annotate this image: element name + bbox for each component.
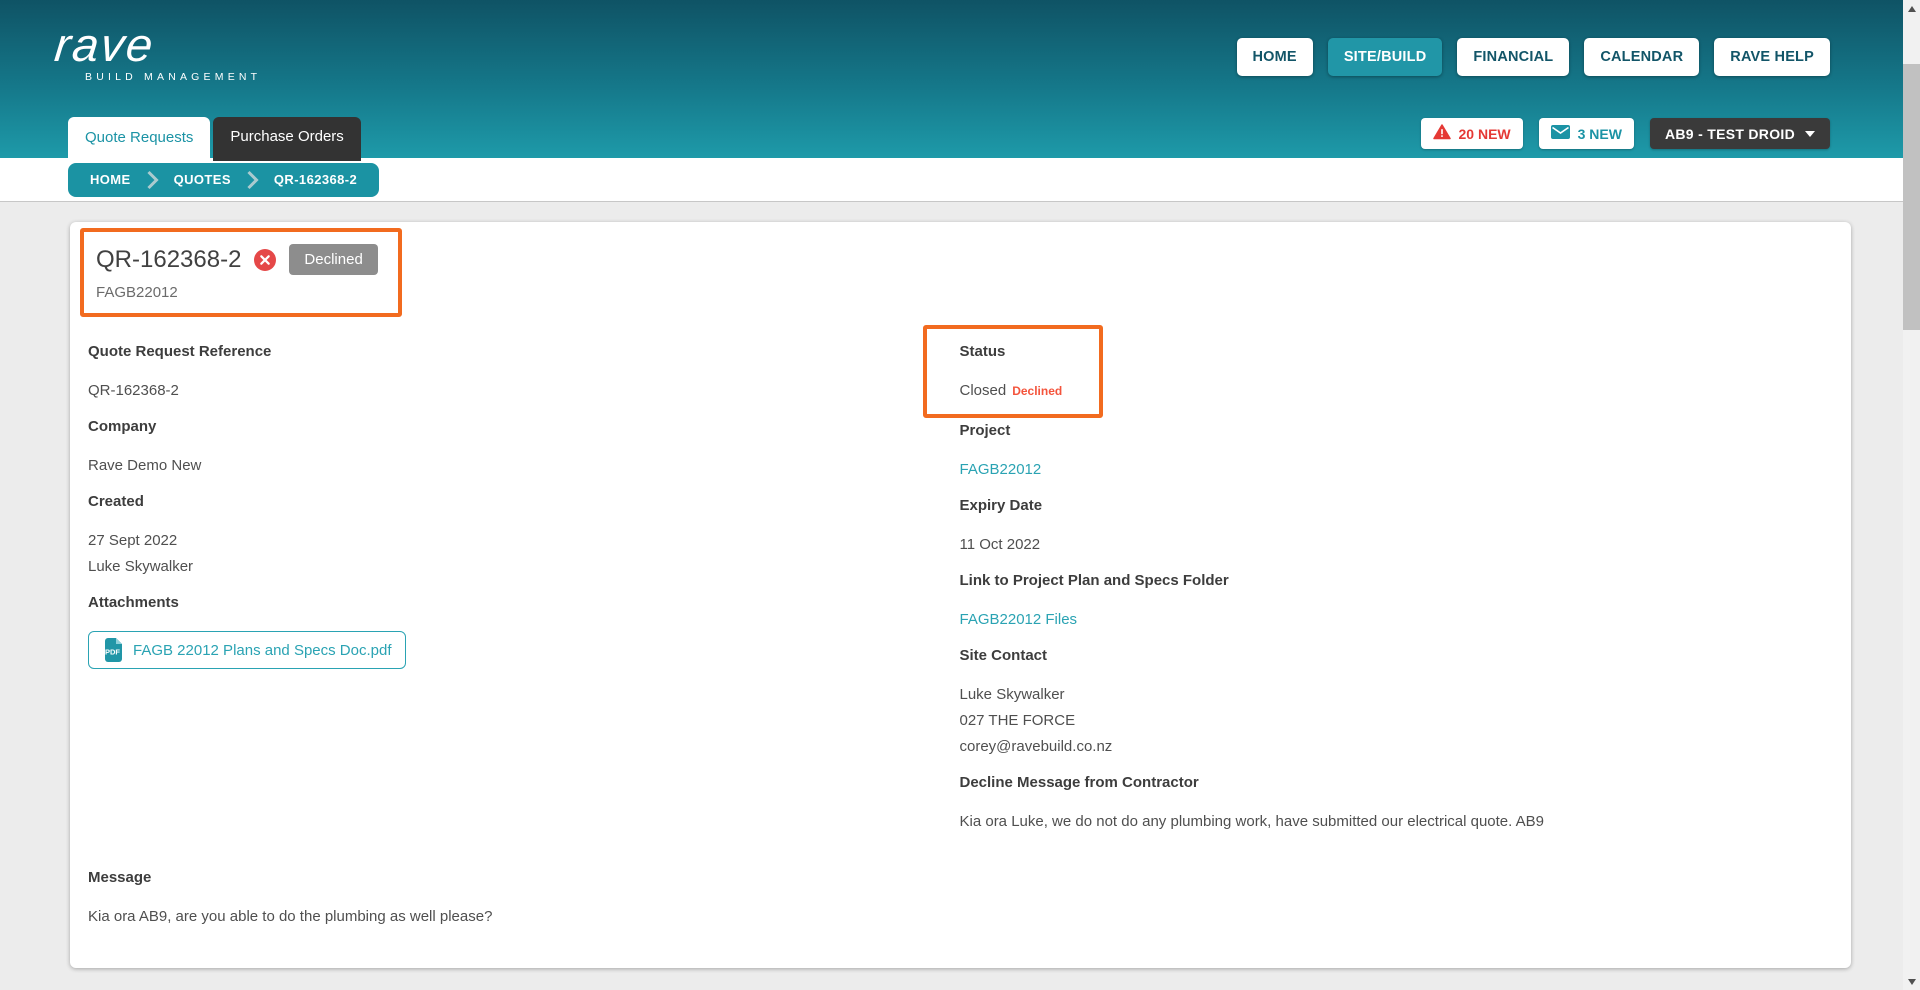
breadcrumb-quotes[interactable]: QUOTES bbox=[174, 172, 231, 187]
breadcrumb-separator-icon bbox=[146, 169, 159, 191]
envelope-icon bbox=[1550, 125, 1570, 142]
created-value: 27 Sept 2022 Luke Skywalker bbox=[88, 528, 960, 580]
attachment-file-name: FAGB 22012 Plans and Specs Doc.pdf bbox=[133, 641, 392, 659]
logo-brand-text: rave bbox=[52, 18, 158, 71]
chevron-down-icon bbox=[1805, 130, 1815, 137]
status-label: Status bbox=[959, 343, 1006, 360]
nav-financial-button[interactable]: FINANCIAL bbox=[1457, 38, 1570, 76]
left-column: Quote Request Reference QR-162368-2 Comp… bbox=[88, 341, 960, 847]
main-content: QR-162368-2 Declined FAGB22012 Quote Req… bbox=[0, 202, 1903, 990]
user-menu-label: AB9 - TEST DROID bbox=[1664, 125, 1795, 142]
scrollbar-down-arrow[interactable] bbox=[1903, 973, 1920, 990]
quote-subtitle: FAGB22012 bbox=[96, 284, 178, 301]
breadcrumb-separator-icon bbox=[246, 169, 259, 191]
rave-logo[interactable]: rave BUILD MANAGEMENT bbox=[52, 18, 262, 83]
alerts-badge[interactable]: 20 NEW bbox=[1420, 118, 1523, 149]
app-header: rave BUILD MANAGEMENT HOME SITE/BUILD FI… bbox=[0, 0, 1903, 161]
site-contact-phone: 027 THE FORCE bbox=[959, 712, 1076, 729]
status-badge: Declined bbox=[289, 244, 378, 275]
message-label: Message bbox=[88, 869, 152, 886]
quote-request-card: QR-162368-2 Declined FAGB22012 Quote Req… bbox=[70, 222, 1851, 968]
annotation-status-box: Status Closed Declined bbox=[922, 325, 1103, 418]
status-value-text: Closed bbox=[959, 382, 1007, 399]
tab-purchase-orders[interactable]: Purchase Orders bbox=[213, 117, 361, 161]
main-nav: HOME SITE/BUILD FINANCIAL CALENDAR RAVE … bbox=[1236, 38, 1830, 76]
nav-site-build-button[interactable]: SITE/BUILD bbox=[1327, 38, 1443, 76]
messages-badge-label: 3 NEW bbox=[1577, 125, 1622, 142]
quote-title-row: QR-162368-2 Declined bbox=[96, 244, 378, 275]
viewport: rave BUILD MANAGEMENT HOME SITE/BUILD FI… bbox=[0, 0, 1920, 990]
breadcrumb: HOME QUOTES QR-162368-2 bbox=[68, 162, 380, 197]
right-column: Status Closed Declined Project FAGB22012 … bbox=[922, 325, 1832, 847]
project-label: Project bbox=[959, 422, 1011, 439]
svg-text:PDF: PDF bbox=[105, 648, 120, 657]
close-icon[interactable] bbox=[254, 248, 277, 271]
nav-rave-help-button[interactable]: RAVE HELP bbox=[1714, 38, 1830, 76]
messages-badge[interactable]: 3 NEW bbox=[1538, 118, 1634, 149]
logo-tagline: BUILD MANAGEMENT bbox=[85, 71, 262, 83]
detail-columns: Quote Request Reference QR-162368-2 Comp… bbox=[88, 325, 1832, 847]
annotation-title-box: QR-162368-2 Declined FAGB22012 bbox=[80, 228, 402, 317]
page-title: QR-162368-2 bbox=[96, 245, 242, 273]
scrollbar-thumb[interactable] bbox=[1903, 64, 1920, 330]
scrollbar-up-arrow[interactable] bbox=[1903, 0, 1920, 17]
plans-folder-link[interactable]: FAGB22012 Files bbox=[960, 611, 1078, 628]
status-detail-text: Declined bbox=[1012, 384, 1063, 398]
decline-message-label: Decline Message from Contractor bbox=[959, 774, 1199, 791]
triangle-up-icon bbox=[1907, 5, 1916, 12]
company-label: Company bbox=[88, 418, 157, 435]
created-date: 27 Sept 2022 bbox=[88, 532, 178, 549]
site-contact-label: Site Contact bbox=[959, 647, 1048, 664]
reference-label: Quote Request Reference bbox=[88, 343, 272, 360]
breadcrumb-current-quote[interactable]: QR-162368-2 bbox=[274, 172, 357, 187]
message-text: Kia ora AB9, are you able to do the plum… bbox=[88, 908, 493, 925]
nav-calendar-button[interactable]: CALENDAR bbox=[1584, 38, 1700, 76]
pdf-file-icon: PDF bbox=[102, 638, 123, 662]
company-value: Rave Demo New bbox=[88, 457, 202, 474]
section-tabs: Quote Requests Purchase Orders bbox=[68, 117, 361, 161]
decline-message-text: Kia ora Luke, we do not do any plumbing … bbox=[959, 813, 1545, 830]
triangle-down-icon bbox=[1907, 978, 1916, 985]
created-label: Created bbox=[88, 493, 144, 510]
tab-quote-requests[interactable]: Quote Requests bbox=[68, 117, 211, 158]
breadcrumb-bar: HOME QUOTES QR-162368-2 bbox=[0, 158, 1903, 202]
reference-value: QR-162368-2 bbox=[88, 382, 179, 399]
plans-folder-label: Link to Project Plan and Specs Folder bbox=[959, 572, 1229, 589]
warning-triangle-icon bbox=[1432, 124, 1451, 143]
expiry-label: Expiry Date bbox=[959, 497, 1043, 514]
status-value: Closed Declined bbox=[960, 378, 1077, 404]
project-link[interactable]: FAGB22012 bbox=[960, 461, 1042, 478]
site-contact-value: Luke Skywalker 027 THE FORCE corey@raveb… bbox=[960, 682, 1832, 760]
attachment-pdf-button[interactable]: PDF FAGB 22012 Plans and Specs Doc.pdf bbox=[88, 631, 406, 669]
message-section: Message Kia ora AB9, are you able to do … bbox=[88, 867, 1831, 930]
page: rave BUILD MANAGEMENT HOME SITE/BUILD FI… bbox=[0, 0, 1903, 990]
header-badges: 20 NEW 3 NEW AB9 - TEST DROID bbox=[1420, 118, 1830, 149]
expiry-value: 11 Oct 2022 bbox=[959, 536, 1041, 553]
attachments-label: Attachments bbox=[88, 594, 179, 611]
breadcrumb-home[interactable]: HOME bbox=[90, 172, 131, 187]
alerts-badge-label: 20 NEW bbox=[1458, 125, 1511, 142]
created-by: Luke Skywalker bbox=[88, 558, 194, 575]
site-contact-email: corey@ravebuild.co.nz bbox=[959, 738, 1113, 755]
user-menu-dropdown[interactable]: AB9 - TEST DROID bbox=[1649, 118, 1830, 149]
site-contact-name: Luke Skywalker bbox=[959, 686, 1065, 703]
nav-home-button[interactable]: HOME bbox=[1236, 38, 1313, 76]
vertical-scrollbar[interactable] bbox=[1903, 0, 1920, 990]
